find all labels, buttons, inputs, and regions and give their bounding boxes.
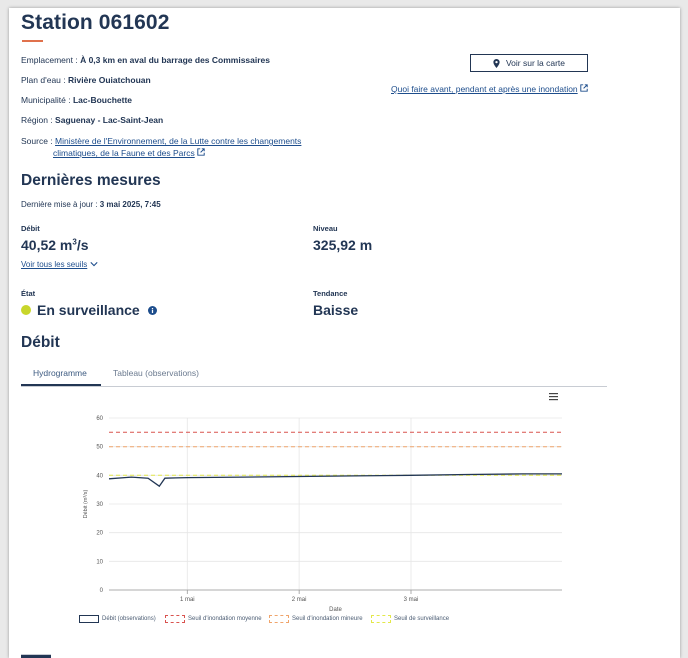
legend-label: Seuil d'inondation mineure: [292, 616, 363, 622]
flood-info-link-wrap: Quoi faire avant, pendant et après une i…: [391, 84, 588, 94]
y-tick-label: 0: [100, 588, 104, 594]
debit-unit-tail: /s: [76, 237, 89, 253]
etat-text: En surveillance: [37, 302, 140, 318]
source-link-line1[interactable]: Ministère de l'Environnement, de la Lutt…: [55, 136, 301, 146]
y-tick-label: 30: [96, 502, 103, 508]
active-tab-indicator: [21, 384, 101, 386]
municipalite-value: Lac-Bouchette: [72, 95, 133, 105]
legend-item[interactable]: Seuil d'inondation moyenne: [165, 615, 262, 623]
niveau-label: Niveau: [313, 224, 338, 233]
info-municipalite: Municipalité : Lac-Bouchette: [21, 95, 132, 105]
region-label: Région :: [21, 115, 53, 125]
title-accent-bar: [22, 40, 43, 42]
tab-hydrogramme[interactable]: Hydrogramme: [33, 368, 87, 378]
last-update-value: 3 mai 2025, 7:45: [99, 200, 161, 209]
last-update-label: Dernière mise à jour :: [21, 200, 98, 209]
seuils-link[interactable]: Voir tous les seuils: [21, 260, 87, 269]
chart-tabs: Hydrogramme Tableau (observations): [21, 362, 607, 387]
x-tick-label: 2 mai: [292, 597, 307, 603]
legend-swatch: [165, 615, 185, 623]
debit-value: 40,52 m3/s: [21, 237, 89, 253]
y-tick-label: 60: [96, 416, 103, 422]
legend-item[interactable]: Débit (observations): [79, 615, 156, 623]
legend-label: Débit (observations): [102, 616, 156, 622]
legend-swatch: [79, 615, 99, 623]
region-value: Saguenay - Lac-Saint-Jean: [55, 115, 164, 125]
info-icon[interactable]: [147, 305, 157, 315]
flood-info-link[interactable]: Quoi faire avant, pendant et après une i…: [391, 84, 578, 94]
latest-measures-heading: Dernières mesures: [21, 172, 161, 189]
y-tick-label: 40: [96, 473, 103, 479]
source-link-line2[interactable]: climatiques, de la Faune et des Parcs: [53, 148, 195, 158]
next-section-heading-fragment: [21, 654, 51, 658]
tab-tableau-observations[interactable]: Tableau (observations): [113, 368, 199, 378]
y-tick-label: 10: [96, 559, 103, 565]
x-axis-title: Date: [329, 607, 342, 613]
page-title: Station 061602: [21, 11, 170, 34]
legend-swatch: [269, 615, 289, 623]
external-link-icon: [197, 148, 205, 156]
view-on-map-label: Voir sur la carte: [505, 58, 566, 68]
emplacement-label: Emplacement :: [21, 55, 78, 65]
seuils-toggle[interactable]: Voir tous les seuils: [21, 260, 98, 269]
info-region: Région : Saguenay - Lac-Saint-Jean: [21, 115, 163, 125]
chevron-down-icon: [89, 262, 98, 267]
legend-label: Seuil d'inondation moyenne: [188, 616, 262, 622]
emplacement-value: À 0,3 km en aval du barrage des Commissa…: [80, 55, 270, 65]
municipalite-label: Municipalité :: [21, 95, 71, 105]
hydrograph-chart[interactable]: 0 10 20 30 40 50 60 1 mai 2 mai 3 mai Date Débit (m…: [49, 392, 569, 632]
station-card: Station 061602 Emplacement : À 0,3 km en…: [9, 8, 680, 658]
map-pin-icon: [493, 58, 500, 68]
debit-section-heading: Débit: [21, 334, 60, 351]
etat-value: En surveillance: [21, 302, 157, 318]
status-dot: [21, 305, 31, 315]
x-tick-label: 1 mai: [180, 597, 195, 603]
x-tick-label: 3 mai: [404, 597, 419, 603]
legend-item[interactable]: Seuil d'inondation mineure: [269, 615, 363, 623]
legend-item[interactable]: Seuil de surveillance: [371, 615, 449, 623]
y-tick-label: 20: [96, 531, 103, 537]
legend-label: Seuil de surveillance: [394, 616, 450, 622]
niveau-value: 325,92 m: [313, 237, 373, 253]
info-source: Source : Ministère de l'Environnement, d…: [21, 135, 301, 159]
legend-swatch: [371, 615, 391, 623]
view-on-map-button[interactable]: Voir sur la carte: [470, 54, 588, 72]
tendance-label: Tendance: [313, 289, 348, 298]
source-label: Source :: [21, 136, 53, 146]
plan-label: Plan d'eau :: [21, 75, 66, 85]
info-emplacement: Emplacement : À 0,3 km en aval du barrag…: [21, 55, 270, 65]
info-plan-eau: Plan d'eau : Rivière Ouiatchouan: [21, 75, 151, 85]
debit-number: 40,52 m: [21, 237, 73, 253]
last-update: Dernière mise à jour : 3 mai 2025, 7:45: [21, 200, 161, 209]
y-tick-label: 50: [96, 445, 103, 451]
tendance-value: Baisse: [313, 302, 359, 318]
chart-menu-icon[interactable]: [549, 393, 558, 401]
y-axis-title: Débit (m³/s): [83, 489, 89, 518]
debit-label: Débit: [21, 224, 40, 233]
external-link-icon: [580, 84, 588, 92]
plan-value: Rivière Ouiatchouan: [68, 75, 151, 85]
etat-label: État: [21, 289, 36, 298]
